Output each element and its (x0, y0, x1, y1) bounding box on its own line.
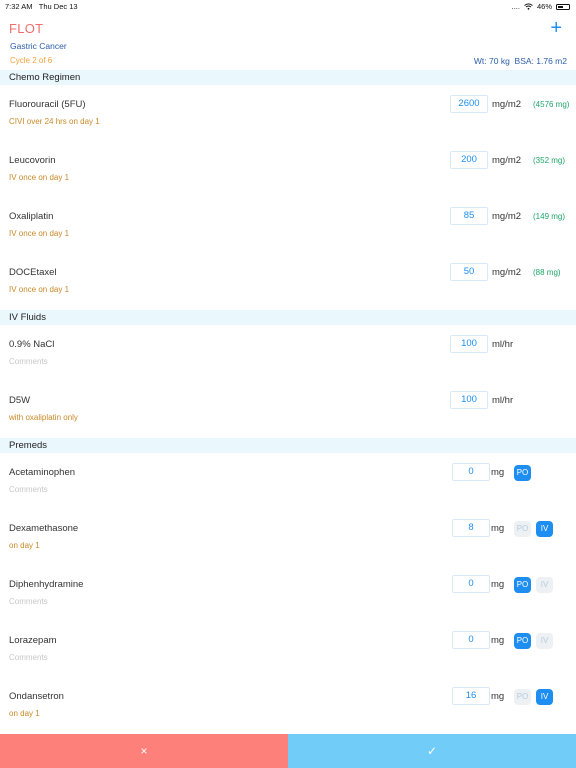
premed-name: Acetaminophen (9, 467, 76, 478)
status-right: .... 46% (512, 2, 570, 11)
dose-unit: mg/m2 (492, 267, 522, 278)
drug-name: DOCEtaxel (9, 267, 57, 278)
section-chemo-regimen: Chemo Regimen (0, 70, 576, 85)
rate-unit: ml/hr (492, 339, 514, 350)
calculated-dose: (149 mg) (533, 212, 566, 221)
chemo-row: Leucovorin IV once on day 1 200 mg/m2 (3… (0, 151, 576, 205)
dose-unit: mg (491, 635, 505, 646)
dose-input[interactable]: 50 (450, 263, 488, 281)
comments-field[interactable]: Comments (9, 653, 48, 662)
section-premeds: Premeds (0, 438, 576, 453)
fluid-row: 0.9% NaCl Comments 100 ml/hr (0, 335, 576, 389)
wifi-icon (524, 3, 533, 10)
dose-input[interactable]: 85 (450, 207, 488, 225)
status-time: 7:32 AM Thu Dec 13 (5, 2, 78, 11)
route-po-toggle[interactable]: PO (514, 689, 531, 705)
route-iv-toggle[interactable]: IV (536, 689, 553, 705)
dose-unit: mg/m2 (492, 155, 522, 166)
dose-unit: mg/m2 (492, 211, 522, 222)
route-po-toggle[interactable]: PO (514, 633, 531, 649)
drug-name: Fluorouracil (5FU) (9, 99, 86, 110)
calculated-dose: (88 mg) (533, 268, 561, 277)
dose-input[interactable]: 8 (452, 519, 490, 537)
route-po-toggle[interactable]: PO (514, 465, 531, 481)
dose-unit: mg/m2 (492, 99, 522, 110)
premed-name: Dexamethasone (9, 523, 79, 534)
premed-row: Lorazepam Comments 0 mg PO IV (0, 631, 576, 685)
confirm-button[interactable]: ✓ (288, 734, 576, 768)
drug-note[interactable]: on day 1 (9, 541, 40, 550)
add-button[interactable]: + (550, 18, 562, 38)
comments-field[interactable]: Comments (9, 485, 48, 494)
calculated-dose: (352 mg) (533, 156, 566, 165)
dose-input[interactable]: 200 (450, 151, 488, 169)
footer-bar: × ✓ (0, 734, 576, 768)
drug-note[interactable]: CIVI over 24 hrs on day 1 (9, 117, 100, 126)
premed-name: Ondansetron (9, 691, 64, 702)
cycle-label: Cycle 2 of 6 (10, 56, 53, 65)
dose-input[interactable]: 0 (452, 631, 490, 649)
drug-note[interactable]: IV once on day 1 (9, 229, 69, 238)
premed-row: Diphenhydramine Comments 0 mg PO IV (0, 575, 576, 629)
drug-note[interactable]: on day 1 (9, 709, 40, 718)
rate-input[interactable]: 100 (450, 335, 488, 353)
signal-indicator: .... (511, 2, 520, 11)
drug-name: Oxaliplatin (9, 211, 54, 222)
drug-note[interactable]: with oxaliplatin only (9, 413, 78, 422)
route-po-toggle[interactable]: PO (514, 577, 531, 593)
premed-name: Diphenhydramine (9, 579, 84, 590)
comments-field[interactable]: Comments (9, 597, 48, 606)
battery-percent: 46% (536, 2, 552, 11)
cancel-button[interactable]: × (0, 734, 288, 768)
comments-field[interactable]: Comments (9, 357, 48, 366)
chemo-row: Fluorouracil (5FU) CIVI over 24 hrs on d… (0, 95, 576, 149)
status-bar: 7:32 AM Thu Dec 13 .... 46% (0, 0, 576, 12)
dose-input[interactable]: 2600 (450, 95, 488, 113)
route-iv-toggle[interactable]: IV (536, 633, 553, 649)
drug-name: Leucovorin (9, 155, 56, 166)
dose-unit: mg (491, 691, 505, 702)
dose-input[interactable]: 0 (452, 575, 490, 593)
chemo-row: Oxaliplatin IV once on day 1 85 mg/m2 (1… (0, 207, 576, 261)
fluid-name: 0.9% NaCl (9, 339, 55, 350)
battery-icon (556, 3, 570, 10)
drug-note[interactable]: IV once on day 1 (9, 285, 69, 294)
route-po-toggle[interactable]: PO (514, 521, 531, 537)
weight-label: Wt: 70 kg (473, 56, 510, 66)
rate-input[interactable]: 100 (450, 391, 488, 409)
dose-unit: mg (491, 523, 505, 534)
fluid-name: D5W (9, 395, 31, 406)
dose-unit: mg (491, 467, 505, 478)
dose-input[interactable]: 16 (452, 687, 490, 705)
dose-input[interactable]: 0 (452, 463, 490, 481)
dose-unit: mg (491, 579, 505, 590)
route-iv-toggle[interactable]: IV (536, 521, 553, 537)
header: FLOT Gastric Cancer Cycle 2 of 6 + Wt: 7… (0, 12, 576, 70)
calculated-dose: (4576 mg) (533, 100, 570, 109)
rate-unit: ml/hr (492, 395, 514, 406)
route-iv-toggle[interactable]: IV (536, 577, 553, 593)
bsa-label: BSA: 1.76 m2 (514, 56, 567, 66)
premed-row: Dexamethasone on day 1 8 mg PO IV (0, 519, 576, 573)
patient-info: Wt: 70 kg BSA: 1.76 m2 (474, 56, 567, 66)
regimen-subtitle: Gastric Cancer (10, 41, 67, 51)
section-iv-fluids: IV Fluids (0, 310, 576, 325)
premed-name: Lorazepam (9, 635, 57, 646)
premed-row: Acetaminophen Comments 0 mg PO (0, 463, 576, 517)
drug-note[interactable]: IV once on day 1 (9, 173, 69, 182)
regimen-title: FLOT (9, 21, 44, 36)
